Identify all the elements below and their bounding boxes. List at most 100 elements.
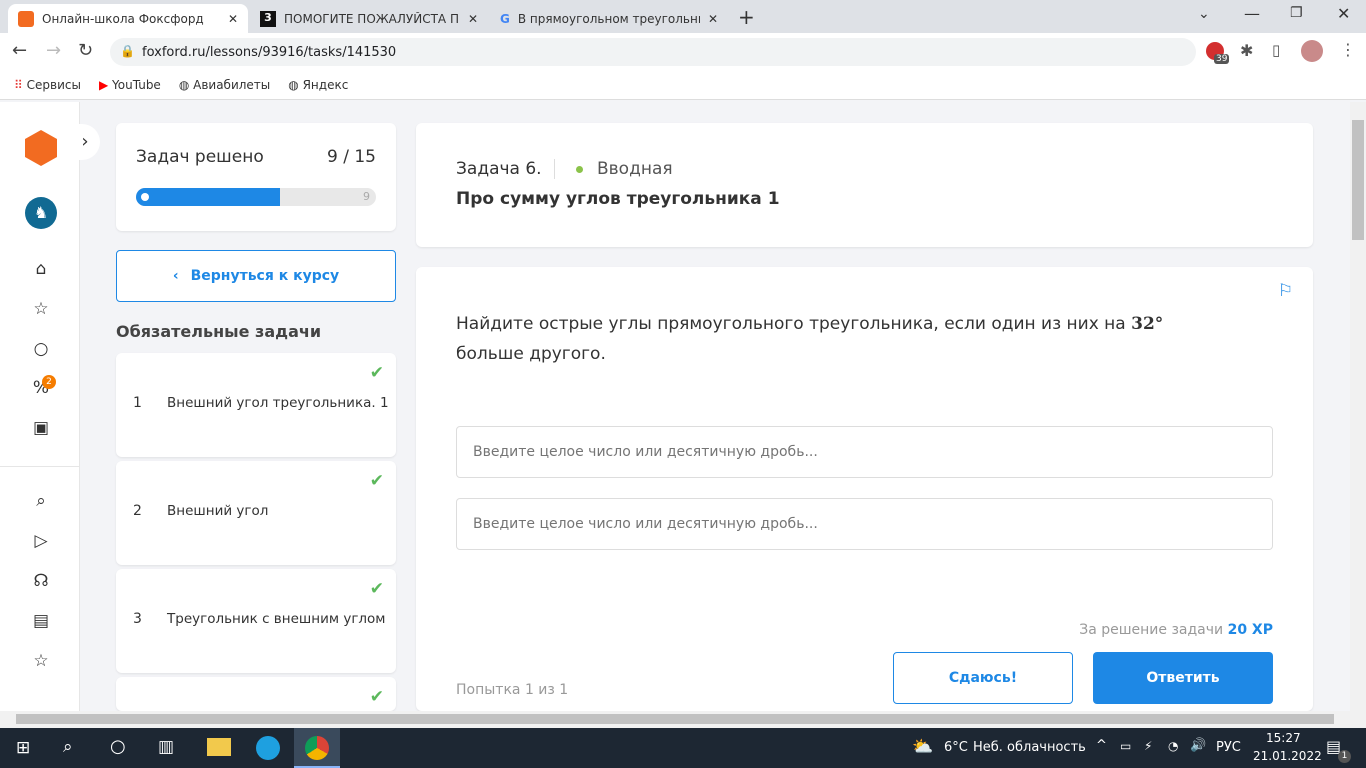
bookmark-services[interactable]: ⠿ Сервисы [14,78,81,92]
tab-title: В прямоугольном треугольнике [517,11,700,26]
extensions-puzzle-icon[interactable]: ✱ [1240,41,1253,60]
meet-icon[interactable]: ▭ [1120,739,1131,753]
report-flag-icon[interactable]: ⚐ [1278,281,1293,301]
video-icon[interactable]: ▷ [28,531,54,557]
menu-icon[interactable]: ⋮ [1340,40,1356,59]
restore-button[interactable]: ❐ [1290,5,1303,21]
reload-icon[interactable]: ↻ [78,40,93,61]
rating-star-icon[interactable]: ☆ [28,651,54,677]
progress-bar: 9 [136,188,376,206]
language-indicator[interactable]: РУС [1216,740,1241,755]
bookmark-label: Авиабилеты [193,77,271,92]
minimize-button[interactable]: — [1244,4,1260,23]
windows-start-icon[interactable]: ⊞ [16,738,30,758]
back-to-course-button[interactable]: ‹ Вернуться к курсу [116,250,396,302]
close-tab-icon[interactable]: ✕ [708,12,718,26]
url-field[interactable]: 🔒 foxford.ru/lessons/93916/tasks/141530 [110,38,1196,66]
profile-avatar[interactable] [1301,40,1323,62]
google-favicon-icon: G [500,11,510,26]
home-icon[interactable]: ⌂ [28,259,54,285]
check-icon: ✔ [369,579,384,599]
task-view-icon[interactable]: ▥ [158,737,174,757]
tab-title: ПОМОГИТЕ ПОЖАЛУЙСТА ПРО [284,11,460,26]
vertical-scrollbar[interactable] [1350,102,1366,711]
volume-icon[interactable]: 🔊 [1190,738,1206,753]
task-number: 2 [133,503,142,519]
forward-icon[interactable]: → [46,40,61,61]
youtube-icon: ▶ [98,77,109,92]
globe-icon: ◍ [288,77,299,92]
board-icon[interactable]: ▤ [28,611,54,637]
tab-title: Онлайн-школа Фоксфорд [42,11,204,26]
notification-count: 1 [1338,750,1351,763]
close-tab-icon[interactable]: ✕ [468,12,478,26]
scroll-thumb[interactable] [1352,120,1364,240]
task-title: Внешний угол треугольника. 1 [167,395,389,411]
reward-label: За решение задачи [1079,622,1224,638]
bookmark-aviabilety[interactable]: ◍ Авиабилеты [179,78,270,92]
tab-foxford[interactable]: Онлайн-школа Фоксфорд ✕ [8,4,248,33]
headphones-icon[interactable]: ☊ [28,571,54,597]
attempt-counter: Попытка 1 из 1 [456,682,569,698]
weather-desc[interactable]: Неб. облачность [973,740,1086,755]
task-title: Про сумму углов треугольника 1 [456,189,780,209]
horizontal-scrollbar[interactable] [0,711,1366,728]
chrome-taskbar-button[interactable] [294,728,340,768]
left-rail: › ♞ ⌂ ☆ ○ % 2 ▣ ⌕ ▷ ☊ ▤ ☆ [0,102,100,711]
clock-time[interactable]: 15:27 [1266,731,1301,745]
answer-input-2[interactable] [456,498,1273,550]
question-part: больше другого. [456,344,606,364]
bookmark-yandex[interactable]: ◍ Яндекс [288,78,348,92]
power-icon[interactable]: ⚡ [1144,739,1152,753]
answer-input-1[interactable] [456,426,1273,478]
expand-rail-button[interactable]: › [70,124,100,160]
bookmark-label: Сервисы [26,77,81,92]
progress-count: 9 / 15 [327,147,376,167]
tray-chevron-icon[interactable]: ^ [1096,738,1107,753]
difficulty-level: Вводная [597,159,673,179]
search-icon[interactable]: ⌕ [28,491,54,517]
wifi-icon[interactable]: ◔ [1168,739,1178,753]
answer-button[interactable]: Ответить [1093,652,1273,704]
question-part: Найдите острые углы прямоугольного треуг… [456,314,1132,334]
groups-icon[interactable]: ○ [28,339,54,365]
weather-icon: ⛅ [912,737,934,757]
new-tab-button[interactable]: + [738,5,755,29]
bookmark-youtube[interactable]: ▶ YouTube [99,78,161,92]
divider [0,466,80,467]
star-icon[interactable]: ☆ [28,299,54,325]
give-up-button[interactable]: Сдаюсь! [893,652,1073,704]
tab-google[interactable]: G В прямоугольном треугольнике ✕ [490,4,728,33]
fox-favicon-icon [18,10,34,27]
side-panel-icon[interactable]: ▯ [1272,41,1280,59]
progress-label: Задач решено [136,147,264,167]
clock-date[interactable]: 21.01.2022 [1253,749,1322,763]
close-tab-icon[interactable]: ✕ [228,12,238,26]
edge-icon[interactable] [256,736,280,760]
taskbar: ⊞ ⌕ ○ ▥ ⛅ 6°C Неб. облачность ^ ▭ ⚡ ◔ 🔊 … [0,728,1366,768]
cortana-icon[interactable]: ○ [110,736,126,757]
task-item[interactable]: ✔ 2 Внешний угол [116,461,396,565]
task-header-card: Задача 6. Вводная Про сумму углов треуго… [416,123,1313,247]
tab-znanija[interactable]: 3 ПОМОГИТЕ ПОЖАЛУЙСТА ПРО ✕ [250,4,488,33]
task-title: Треугольник с внешним углом [167,611,386,627]
gift-icon[interactable]: ▣ [28,418,54,444]
notification-badge: 2 [42,375,56,389]
foxford-logo[interactable] [25,130,57,166]
task-item[interactable]: ✔ [116,677,396,711]
task-number: 1 [133,395,142,411]
check-icon: ✔ [369,687,384,707]
extension-badge: 39 [1214,54,1230,64]
file-explorer-icon[interactable] [207,738,231,756]
task-item[interactable]: ✔ 3 Треугольник с внешним углом [116,569,396,673]
tab-search-icon[interactable]: ⌄ [1198,6,1210,22]
scroll-thumb[interactable] [16,714,1334,724]
search-icon[interactable]: ⌕ [63,737,73,757]
back-button-label: Вернуться к курсу [190,268,340,284]
task-item[interactable]: ✔ 1 Внешний угол треугольника. 1 [116,353,396,457]
user-avatar[interactable]: ♞ [25,197,57,229]
progress-end-marker: 9 [363,190,370,203]
close-window-button[interactable]: ✕ [1337,4,1350,23]
back-icon[interactable]: ← [12,40,27,61]
check-icon: ✔ [369,363,384,383]
